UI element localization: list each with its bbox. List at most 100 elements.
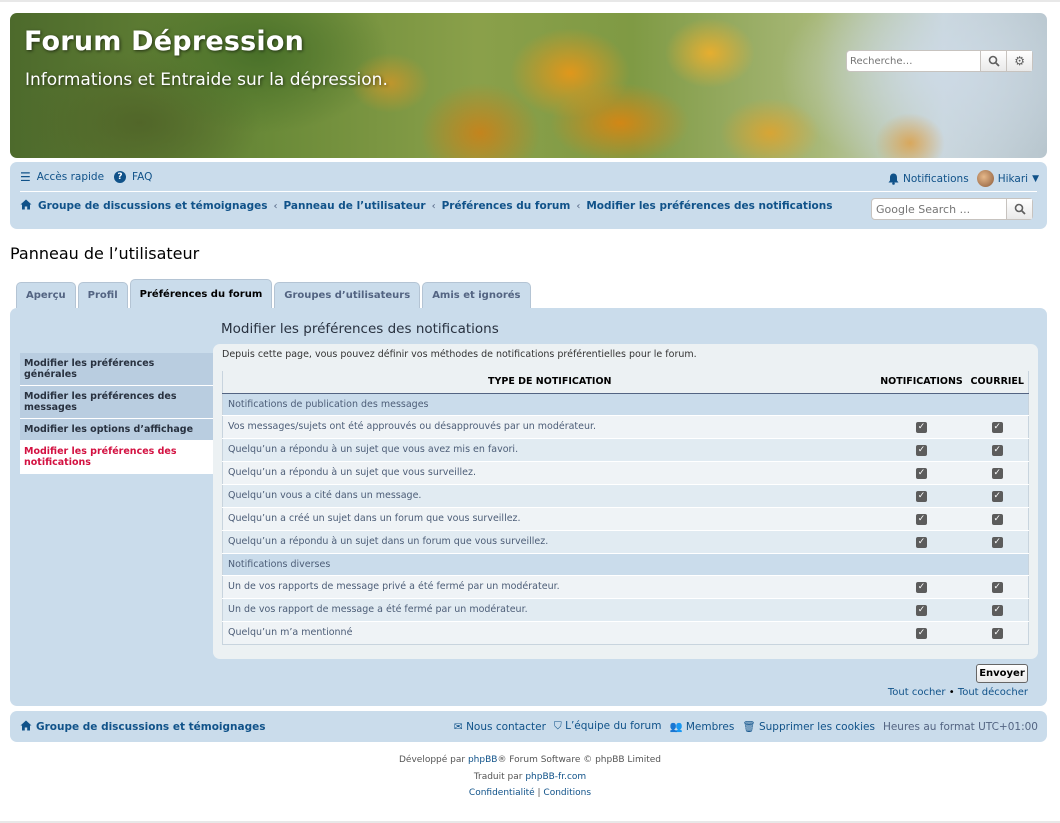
translated-by: Traduit par bbox=[473, 771, 523, 782]
notifications-checkbox[interactable]: ✓ bbox=[916, 444, 927, 456]
quick-access-link[interactable]: Accès rapide bbox=[37, 171, 104, 183]
footer-home: Groupe de discussions et témoignages bbox=[20, 720, 265, 734]
breadcrumb-item[interactable]: Préférences du forum bbox=[442, 200, 571, 212]
google-search bbox=[871, 198, 1033, 220]
tab-profile[interactable]: Profil bbox=[77, 282, 128, 308]
table-header: TYPE DE NOTIFICATION NOTIFICATIONS COURR… bbox=[222, 371, 1029, 394]
section-title: Notifications de publication des message… bbox=[222, 392, 1029, 415]
search-button[interactable] bbox=[980, 51, 1007, 71]
terms-link[interactable]: Conditions bbox=[543, 788, 591, 798]
sidebar: Modifier les préférences générales Modif… bbox=[20, 353, 213, 474]
email-checkbox[interactable]: ✓ bbox=[991, 581, 1003, 593]
footer-home-link[interactable]: Groupe de discussions et témoignages bbox=[36, 721, 265, 733]
copyright: Développé par phpBB® Forum Software © ph… bbox=[0, 752, 1060, 802]
sidebar-item-display-options[interactable]: Modifier les options d’affichage bbox=[20, 419, 213, 441]
users-icon: 👥 bbox=[669, 721, 683, 733]
page-title: Panneau de l’utilisateur bbox=[10, 244, 200, 263]
notifications-link[interactable]: Notifications bbox=[903, 173, 969, 185]
mark-links: Tout cocher • Tout décocher bbox=[888, 687, 1028, 698]
email-checkbox[interactable]: ✓ bbox=[991, 490, 1003, 502]
avatar[interactable] bbox=[976, 170, 994, 187]
faq-link[interactable]: FAQ bbox=[132, 171, 152, 183]
tab-forum-preferences[interactable]: Préférences du forum bbox=[129, 279, 273, 308]
submit-button[interactable]: Envoyer bbox=[976, 664, 1028, 683]
intro-text: Depuis cette page, vous pouvez définir v… bbox=[222, 349, 697, 360]
breadcrumb-item[interactable]: Panneau de l’utilisateur bbox=[283, 200, 425, 212]
notifications-checkbox[interactable]: ✓ bbox=[916, 421, 927, 433]
team-label: L’équipe du forum bbox=[565, 720, 662, 732]
site-header: Forum Dépression Informations et Entraid… bbox=[10, 13, 1047, 158]
check-all-link[interactable]: Tout cocher bbox=[888, 687, 946, 698]
home-icon bbox=[20, 199, 32, 213]
tab-usergroups[interactable]: Groupes d’utilisateurs bbox=[274, 282, 421, 308]
content-heading: Modifier les préférences des notificatio… bbox=[221, 321, 499, 337]
row-label: Quelqu’un m’a mentionné bbox=[222, 620, 877, 644]
table-row: Quelqu’un a répondu à un sujet que vous … bbox=[222, 460, 1029, 484]
delete-cookies-label: Supprimer les cookies bbox=[758, 721, 875, 733]
search-icon bbox=[988, 55, 1000, 67]
sidebar-item-general-preferences[interactable]: Modifier les préférences générales bbox=[20, 353, 213, 386]
tab-friends-foes[interactable]: Amis et ignorés bbox=[422, 282, 531, 308]
notifications-checkbox[interactable]: ✓ bbox=[916, 536, 927, 548]
breadcrumb-item[interactable]: Modifier les préférences des notificatio… bbox=[586, 200, 832, 212]
top-border bbox=[0, 0, 1060, 2]
privacy-link[interactable]: Confidentialité bbox=[469, 788, 535, 798]
breadcrumb: Groupe de discussions et témoignages ‹ P… bbox=[20, 199, 832, 213]
members-label: Membres bbox=[685, 721, 735, 733]
table-row: Quelqu’un a créé un sujet dans un forum … bbox=[222, 506, 1029, 530]
section-row: Notifications diverses bbox=[222, 552, 1029, 575]
row-label: Un de vos rapports de message privé a ét… bbox=[222, 574, 877, 598]
google-search-input[interactable] bbox=[872, 199, 1006, 219]
envelope-icon: ✉ bbox=[453, 720, 463, 733]
legal-links: Confidentialité | Conditions bbox=[468, 788, 592, 798]
notifications-checkbox[interactable]: ✓ bbox=[916, 581, 927, 593]
uncheck-all-link[interactable]: Tout décocher bbox=[958, 687, 1028, 698]
advanced-search-button[interactable]: ⚙ bbox=[1006, 51, 1032, 71]
username-link[interactable]: Hikari bbox=[998, 173, 1028, 185]
phpbb-link[interactable]: phpBB bbox=[468, 755, 497, 765]
quick-links: ☰ Accès rapide ? FAQ bbox=[20, 170, 152, 184]
email-checkbox[interactable]: ✓ bbox=[991, 536, 1003, 548]
tab-overview[interactable]: Aperçu bbox=[16, 282, 76, 308]
email-checkbox[interactable]: ✓ bbox=[991, 421, 1003, 433]
google-search-button[interactable] bbox=[1006, 199, 1032, 219]
table-row: Un de vos rapport de message a été fermé… bbox=[222, 597, 1029, 621]
site-title[interactable]: Forum Dépression bbox=[24, 26, 304, 57]
team-link[interactable]: ⛉ L’équipe du forum bbox=[554, 720, 662, 733]
delete-cookies-link[interactable]: 🗑 Supprimer les cookies bbox=[742, 720, 875, 733]
caret-down-icon[interactable]: ▼ bbox=[1032, 174, 1039, 184]
section-title: Notifications diverses bbox=[222, 552, 1029, 575]
user-menu: Notifications Hikari ▼ bbox=[888, 170, 1039, 187]
notifications-checkbox[interactable]: ✓ bbox=[916, 467, 927, 479]
notifications-checkbox[interactable]: ✓ bbox=[916, 490, 927, 502]
menu-icon: ☰ bbox=[20, 170, 31, 184]
email-checkbox[interactable]: ✓ bbox=[991, 444, 1003, 456]
table-row: Quelqu’un a répondu à un sujet dans un f… bbox=[222, 529, 1029, 553]
translation-line: Traduit par phpBB-fr.com bbox=[0, 769, 1060, 786]
header-search: ⚙ bbox=[846, 50, 1033, 72]
breadcrumb-item[interactable]: Groupe de discussions et témoignages bbox=[38, 200, 267, 212]
search-input[interactable] bbox=[847, 51, 981, 71]
row-label: Quelqu’un a répondu à un sujet dans un f… bbox=[222, 529, 877, 553]
email-checkbox[interactable]: ✓ bbox=[991, 467, 1003, 479]
sidebar-item-notification-preferences[interactable]: Modifier les préférences des notificatio… bbox=[20, 441, 213, 474]
table-row: Vos messages/sujets ont été approuvés ou… bbox=[222, 414, 1029, 438]
email-checkbox[interactable]: ✓ bbox=[991, 604, 1003, 616]
notification-table: TYPE DE NOTIFICATION NOTIFICATIONS COURR… bbox=[222, 371, 1029, 645]
breadcrumb-separator: ‹ bbox=[431, 200, 436, 212]
members-link[interactable]: 👥 Membres bbox=[669, 720, 734, 733]
breadcrumb-separator: ‹ bbox=[576, 200, 581, 212]
notifications-checkbox[interactable]: ✓ bbox=[916, 513, 927, 525]
email-checkbox[interactable]: ✓ bbox=[991, 627, 1003, 639]
table-row: Quelqu’un vous a cité dans un message. ✓… bbox=[222, 483, 1029, 507]
row-label: Vos messages/sujets ont été approuvés ou… bbox=[222, 414, 877, 438]
email-checkbox[interactable]: ✓ bbox=[991, 513, 1003, 525]
sidebar-item-post-preferences[interactable]: Modifier les préférences des messages bbox=[20, 386, 213, 419]
site-description: Informations et Entraide sur la dépressi… bbox=[25, 70, 388, 90]
notifications-checkbox[interactable]: ✓ bbox=[916, 604, 927, 616]
notifications-checkbox[interactable]: ✓ bbox=[916, 627, 927, 639]
contact-link[interactable]: ✉ Nous contacter bbox=[454, 721, 546, 733]
translator-link[interactable]: phpBB-fr.com bbox=[525, 772, 586, 782]
footer-links: ✉ Nous contacter ⛉ L’équipe du forum 👥 M… bbox=[454, 720, 1038, 733]
navbar: ☰ Accès rapide ? FAQ Notifications Hikar… bbox=[10, 162, 1047, 229]
